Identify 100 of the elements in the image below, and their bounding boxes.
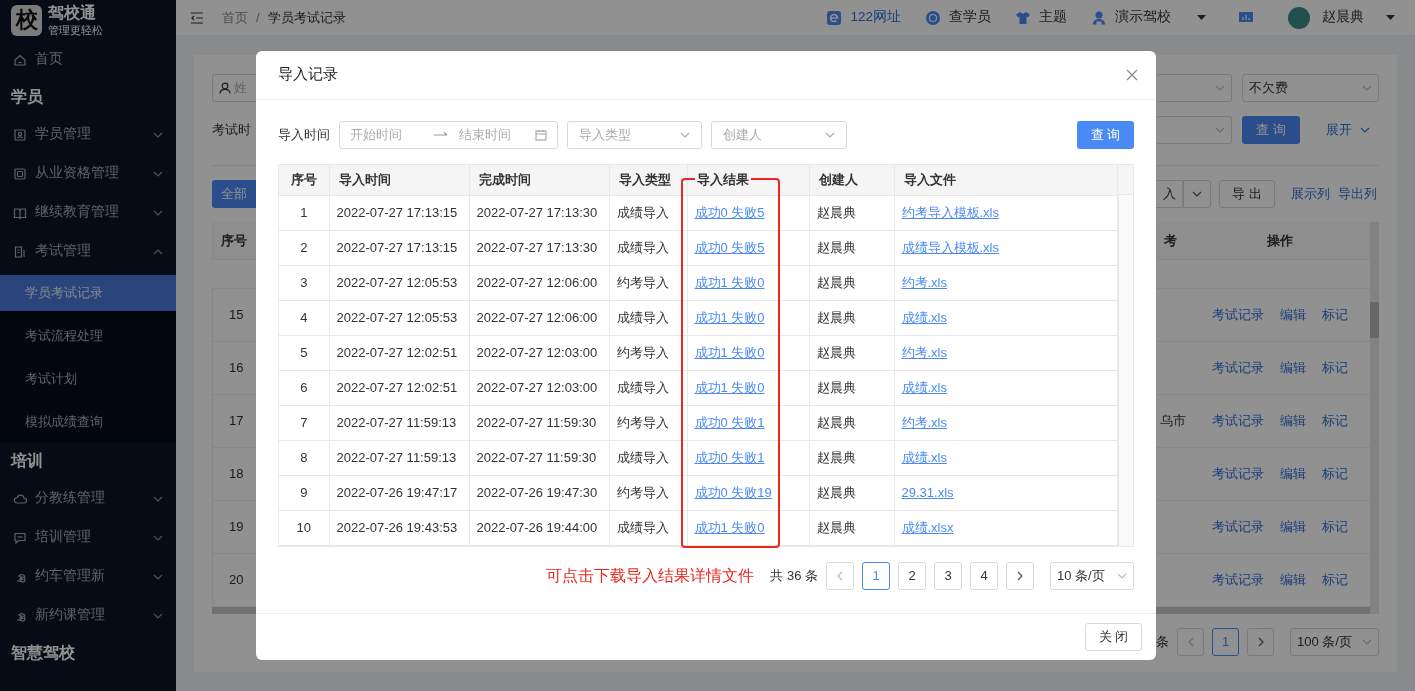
nav-item[interactable]: 分教练管理 [0,479,176,518]
action-link[interactable]: 标记 [1322,358,1348,378]
action-link[interactable]: 编辑 [1280,358,1306,378]
result-link[interactable]: 成功0 失败5 [694,239,765,255]
close-icon[interactable] [1126,69,1138,81]
action-link[interactable]: 标记 [1322,305,1348,325]
scrollbar[interactable] [212,607,256,614]
expand-link[interactable]: 展开 [1325,120,1370,140]
nav-item[interactable]: 培训管理 [0,518,176,557]
table-cell: 9 [279,475,329,510]
file-link[interactable]: 成绩.xls [901,379,947,395]
nav-item[interactable]: 约车管理新 [0,557,176,596]
file-link[interactable]: 约考导入模板.xls [901,204,999,220]
action-link[interactable]: 编辑 [1280,517,1306,537]
table-cell: 赵晨典 [809,405,894,440]
page-size-select[interactable]: 10 条/页 [1050,561,1134,590]
next-page-button[interactable] [1247,628,1274,656]
column-link[interactable]: 展示列 [1291,184,1330,204]
submenu-item[interactable]: 模拟成绩查询 [0,400,176,443]
table-cell-text: 17 [228,412,244,431]
file-link[interactable]: 成绩.xls [901,309,947,325]
page-size-select[interactable]: 100 条/页 [1290,628,1379,656]
file-link[interactable]: 约考.xls [901,414,947,430]
action-link[interactable]: 标记 [1322,517,1348,537]
page-button[interactable]: 3 [934,561,962,590]
action-link[interactable]: 考试记录 [1212,358,1264,378]
toolbar-item[interactable]: 122网址 [826,7,901,28]
dropdown-button[interactable] [1183,180,1211,208]
scrollbar[interactable] [1370,222,1379,614]
table-cell: 赵晨典 [809,370,894,405]
result-link[interactable]: 成功1 失败0 [694,519,765,535]
action-link[interactable]: 编辑 [1280,570,1306,590]
submenu-item[interactable]: 考试流程处理 [0,314,176,357]
end-date-input[interactable]: 结束时间 [459,125,532,145]
nav-item[interactable]: 学员管理 [0,115,176,154]
action-link[interactable]: 编辑 [1280,305,1306,325]
page-button[interactable]: 1 [862,561,890,590]
action-link[interactable]: 标记 [1322,411,1348,431]
result-link[interactable]: 成功0 失败1 [694,449,765,465]
page-button[interactable]: 4 [970,561,998,590]
file-link[interactable]: 约考.xls [901,344,947,360]
file-link[interactable]: 29.31.xls [901,484,954,500]
toolbar-item[interactable]: 演示驾校 [1091,7,1206,28]
action-link[interactable]: 标记 [1322,570,1348,590]
scrollbar[interactable] [1156,607,1370,614]
toolbar-item[interactable]: 查学员 [925,7,991,28]
column-header: 考 [1163,232,1177,248]
action-link[interactable]: 编辑 [1280,464,1306,484]
action-link[interactable]: 编辑 [1280,411,1306,431]
all-button[interactable]: 全部 [212,180,256,208]
import-button[interactable]: 入 [1156,180,1183,208]
close-button[interactable]: 关 闭 [1085,623,1142,651]
export-button[interactable]: 导 出 [1219,180,1275,208]
filter-select[interactable] [1156,74,1232,102]
previous-page-button[interactable] [1177,628,1204,656]
result-link[interactable]: 成功1 失败0 [694,309,765,325]
action-link[interactable]: 考试记录 [1212,517,1264,537]
file-link[interactable]: 成绩.xlsx [901,519,954,535]
fee-select[interactable]: 不欠费 [1242,74,1379,102]
import-type-select[interactable]: 导入类型 [567,121,702,149]
submenu-item[interactable]: 考试计划 [0,357,176,400]
query-button[interactable]: 查 询 [1242,116,1300,144]
toolbar-item[interactable]: 主题 [1015,7,1067,28]
file-link[interactable]: 约考.xls [901,274,947,290]
page-button[interactable]: 2 [898,561,926,590]
action-link[interactable]: 标记 [1322,464,1348,484]
result-link[interactable]: 成功1 失败0 [694,344,765,360]
nav-item[interactable]: 考试管理 [0,232,176,271]
result-link[interactable]: 成功0 失败5 [694,204,765,220]
column-link[interactable]: 导出列 [1338,184,1377,204]
result-link[interactable]: 成功0 失败1 [694,414,765,430]
file-link[interactable]: 成绩导入模板.xls [901,239,999,255]
creator-select[interactable]: 创建人 [711,121,847,149]
nav-item[interactable]: 新约课管理 [0,596,176,635]
nav-item[interactable]: 继续教育管理 [0,193,176,232]
result-link[interactable]: 成功1 失败0 [694,274,765,290]
action-link[interactable]: 考试记录 [1212,464,1264,484]
next-page-button[interactable] [1006,561,1034,590]
result-link[interactable]: 成功1 失败0 [694,379,765,395]
logo-slogan: 管理更轻松 [48,24,103,36]
action-link[interactable]: 考试记录 [1212,570,1264,590]
page-button[interactable]: 1 [1212,628,1239,656]
table-cell: 赵晨典 [809,300,894,335]
table-cell: 2022-07-27 12:06:00 [469,265,609,300]
table-cell: 10 [279,510,329,545]
user-menu[interactable]: 赵晨典 [1288,6,1395,29]
action-link[interactable]: 考试记录 [1212,411,1264,431]
menu-icon[interactable] [190,11,204,24]
query-button[interactable]: 查 询 [1077,121,1134,149]
breadcrumb-item[interactable]: 首页 [222,7,248,28]
submenu-item[interactable]: 学员考试记录 [0,275,176,311]
previous-page-button[interactable] [826,561,854,590]
file-link[interactable]: 成绩.xls [901,449,947,465]
nav-item[interactable]: 首页 [0,40,176,79]
filter-select[interactable] [1156,116,1232,144]
result-link[interactable]: 成功0 失败19 [694,484,772,500]
action-link[interactable]: 考试记录 [1212,305,1264,325]
date-range-field[interactable]: 开始时间 结束时间 [339,121,558,149]
nav-item[interactable]: 从业资格管理 [0,154,176,193]
start-date-input[interactable]: 开始时间 [350,125,423,145]
